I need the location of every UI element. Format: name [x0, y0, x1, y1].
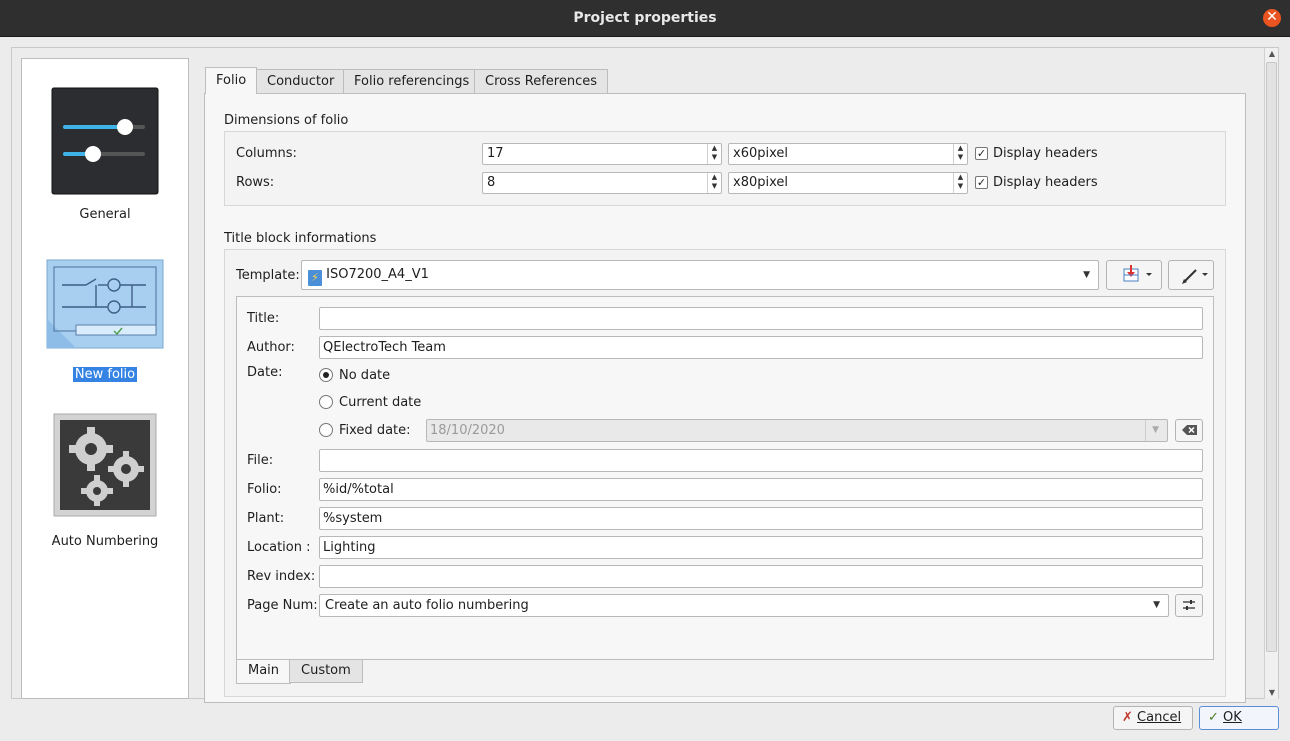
titleblock-group-title: Title block informations: [224, 231, 377, 246]
tab-cross-references[interactable]: Cross References: [474, 69, 609, 93]
category-new-folio[interactable]: New folio: [22, 259, 188, 382]
author-field[interactable]: QElectroTech Team: [319, 336, 1203, 359]
sliders-icon: [51, 87, 159, 195]
ok-label: OK: [1223, 710, 1242, 725]
rows-spinbox[interactable]: 8 ▲ ▼: [482, 172, 722, 194]
scroll-down-icon[interactable]: ▼: [1265, 687, 1279, 699]
cancel-label: Cancel: [1137, 710, 1182, 725]
fixed-date-radio[interactable]: [319, 423, 333, 437]
columns-display-headers-label: Display headers: [993, 146, 1098, 161]
backspace-icon: [1182, 425, 1197, 435]
tab-custom[interactable]: Custom: [289, 660, 363, 683]
file-label: File:: [247, 453, 274, 468]
spin-arrows-icon[interactable]: ▲ ▼: [707, 173, 721, 193]
category-label: New folio: [72, 367, 138, 382]
fixed-date-label: Fixed date:: [339, 423, 411, 438]
dimensions-group-title: Dimensions of folio: [224, 113, 349, 128]
rows-unit-spinbox[interactable]: x80pixel ▲ ▼: [728, 172, 968, 194]
spin-arrows-icon[interactable]: ▲ ▼: [953, 144, 967, 164]
template-label: Template:: [236, 268, 300, 283]
no-date-label: No date: [339, 368, 391, 383]
columns-value: 17: [487, 146, 504, 161]
page-num-value: Create an auto folio numbering: [325, 598, 529, 613]
rows-label: Rows:: [236, 175, 275, 190]
title-bar: Project properties ✕: [0, 0, 1290, 37]
rev-index-field[interactable]: [319, 565, 1203, 588]
plant-field[interactable]: %system: [319, 507, 1203, 530]
columns-unit-spinbox[interactable]: x60pixel ▲ ▼: [728, 143, 968, 165]
tab-folio-referencings[interactable]: Folio referencings: [343, 69, 481, 93]
columns-spinbox[interactable]: 17 ▲ ▼: [482, 143, 722, 165]
rows-display-headers-label: Display headers: [993, 175, 1098, 190]
clear-date-button[interactable]: [1175, 419, 1203, 442]
rows-display-headers-checkbox[interactable]: ✓: [975, 176, 988, 189]
cancel-icon: ✗: [1122, 710, 1133, 725]
import-icon: [1123, 265, 1152, 282]
plant-label: Plant:: [247, 511, 285, 526]
current-date-label: Current date: [339, 395, 422, 410]
file-field[interactable]: [319, 449, 1203, 472]
title-label: Title:: [247, 311, 280, 326]
category-label: Auto Numbering: [51, 534, 159, 549]
tab-conductor[interactable]: Conductor: [256, 69, 346, 93]
page-num-select[interactable]: Create an auto folio numbering ▼: [319, 594, 1169, 617]
no-date-radio[interactable]: [319, 368, 333, 382]
folio-label: Folio:: [247, 482, 282, 497]
template-value: ISO7200_A4_V1: [326, 267, 429, 282]
current-date-radio[interactable]: [319, 395, 333, 409]
folio-icon: [46, 259, 164, 349]
date-label: Date:: [247, 365, 283, 380]
close-icon: ✕: [1266, 9, 1278, 25]
ok-button[interactable]: ✓ OK: [1199, 706, 1279, 730]
tab-main[interactable]: Main: [236, 660, 292, 684]
template-edit-button[interactable]: [1168, 260, 1214, 290]
category-list: General New folio Auto Numbering: [21, 58, 189, 699]
page-num-label: Page Num:: [247, 598, 318, 613]
category-auto-numbering[interactable]: Auto Numbering: [22, 413, 188, 549]
dimensions-group: [224, 131, 1226, 206]
template-select[interactable]: ⚡ ISO7200_A4_V1 ▼: [301, 260, 1099, 290]
settings-icon: [1183, 600, 1195, 610]
tab-folio[interactable]: Folio: [205, 67, 258, 94]
category-general[interactable]: General: [22, 87, 188, 222]
pencil-icon: [1182, 269, 1208, 284]
rows-unit: x80pixel: [733, 175, 789, 190]
close-button[interactable]: ✕: [1263, 9, 1281, 27]
window-title: Project properties: [573, 10, 717, 26]
chevron-down-icon: ▼: [1145, 420, 1159, 441]
scroll-up-icon[interactable]: ▲: [1265, 48, 1279, 60]
fixed-date-field: 18/10/2020 ▼: [426, 419, 1168, 442]
page-num-settings-button[interactable]: [1175, 594, 1203, 617]
vertical-scrollbar[interactable]: ▲ ▼: [1264, 48, 1278, 699]
columns-display-headers-checkbox[interactable]: ✓: [975, 147, 988, 160]
fixed-date-value: 18/10/2020: [430, 423, 505, 438]
columns-unit: x60pixel: [733, 146, 789, 161]
author-label: Author:: [247, 340, 295, 355]
template-icon: ⚡: [308, 270, 322, 286]
columns-label: Columns:: [236, 146, 297, 161]
category-label: General: [79, 207, 131, 222]
spin-arrows-icon[interactable]: ▲ ▼: [953, 173, 967, 193]
gears-icon: [53, 413, 157, 517]
folio-field[interactable]: %id/%total: [319, 478, 1203, 501]
template-import-button[interactable]: [1106, 260, 1162, 290]
ok-icon: ✓: [1208, 710, 1219, 725]
title-field[interactable]: [319, 307, 1203, 330]
location-label: Location :: [247, 540, 311, 555]
cancel-button[interactable]: ✗ Cancel: [1113, 706, 1193, 730]
rev-index-label: Rev index:: [247, 569, 316, 584]
spin-arrows-icon[interactable]: ▲ ▼: [707, 144, 721, 164]
chevron-down-icon: ▼: [1153, 600, 1160, 610]
location-field[interactable]: Lighting: [319, 536, 1203, 559]
scroll-thumb[interactable]: [1266, 62, 1277, 652]
chevron-down-icon: ▼: [1083, 270, 1090, 280]
rows-value: 8: [487, 175, 496, 190]
